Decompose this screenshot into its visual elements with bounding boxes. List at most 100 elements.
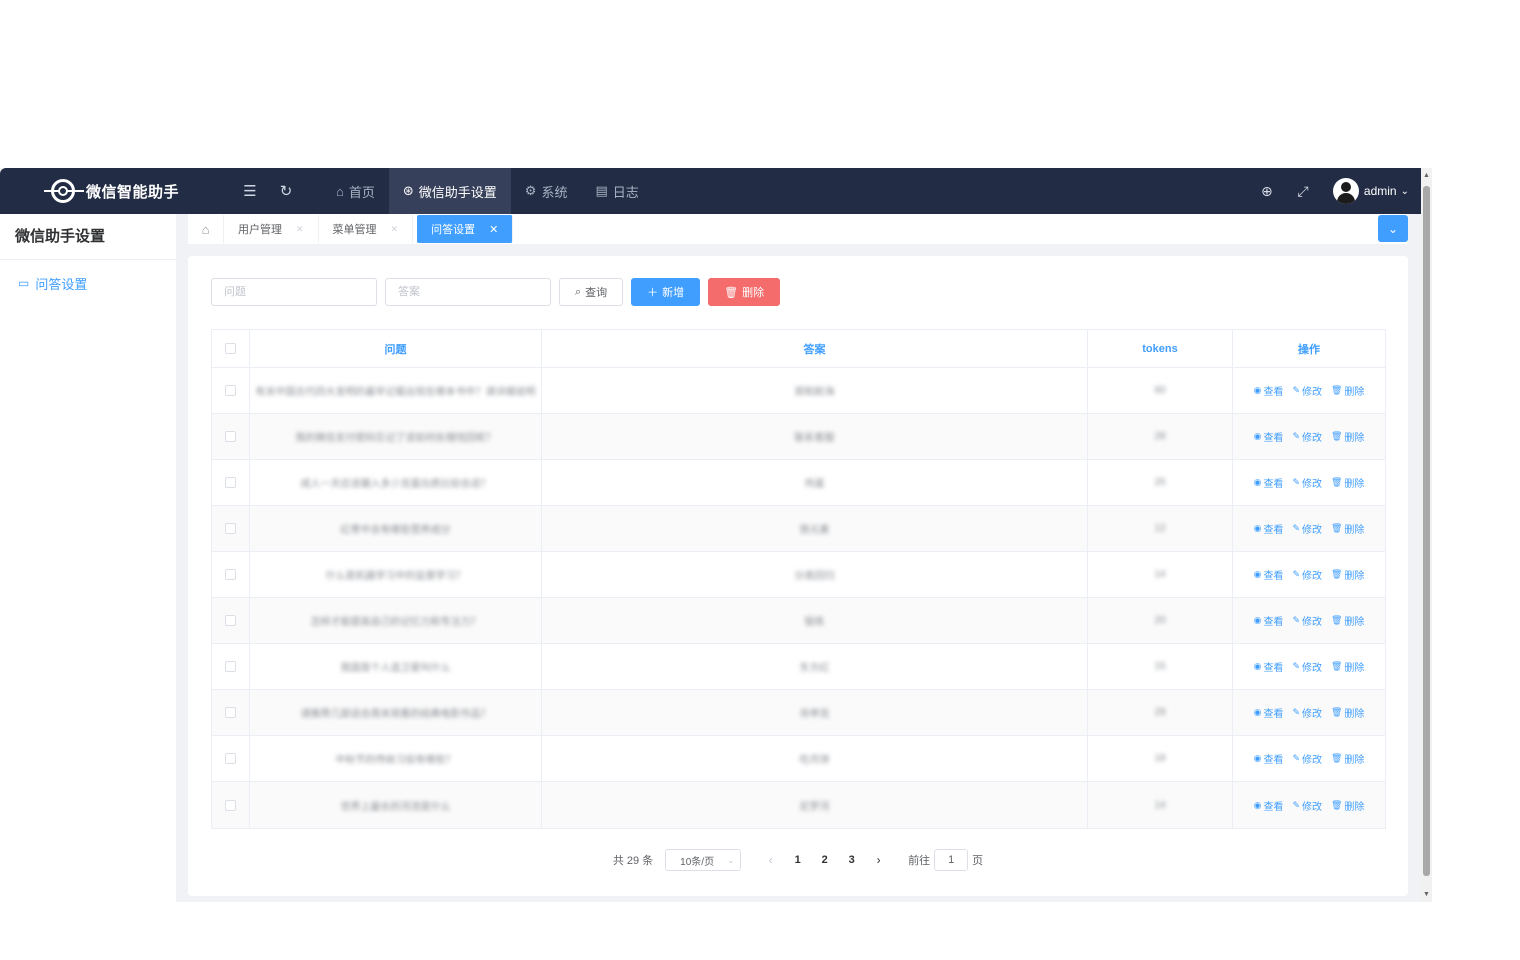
nav-item-wechat-settings[interactable]: ⊛ 微信助手设置	[388, 168, 511, 214]
row-checkbox[interactable]	[225, 569, 236, 580]
view-label: 查看	[1263, 663, 1284, 674]
select-all-checkbox[interactable]	[225, 343, 236, 354]
row-checkbox[interactable]	[225, 431, 236, 442]
nav-item-home[interactable]: ⌂ 首页	[322, 168, 389, 214]
eye-icon: ◉	[1253, 799, 1262, 810]
cell-answer: 吃月饼	[799, 755, 830, 766]
close-icon[interactable]: ✕	[391, 224, 399, 235]
tag-menu-management[interactable]: 菜单管理 ✕	[319, 215, 414, 243]
edit-button[interactable]: ✎ 修改	[1292, 705, 1322, 720]
row-checkbox[interactable]	[225, 477, 236, 488]
cell-question: 我国首个人造卫星叫什么	[340, 663, 451, 674]
edit-button[interactable]: ✎ 修改	[1292, 429, 1322, 444]
page-size-select[interactable]: 10条/页 ⌄	[665, 849, 742, 871]
edit-label: 修改	[1301, 479, 1322, 490]
row-checkbox[interactable]	[225, 385, 236, 396]
trash-icon: 🗑	[1330, 431, 1343, 441]
next-page-icon[interactable]: ›	[865, 853, 892, 867]
cell-tokens: 12	[1154, 523, 1166, 534]
search-button[interactable]: ⌕ 查询	[559, 278, 624, 306]
header-actions: 操作	[1298, 343, 1320, 356]
cell-question: 什么是机器学习中的监督学习？	[325, 571, 466, 582]
sidebar-item-qa-settings[interactable]: ▭ 问答设置	[0, 260, 176, 306]
close-icon[interactable]: ✕	[489, 223, 498, 236]
view-button[interactable]: ◉ 查看	[1254, 521, 1284, 536]
add-button[interactable]: ＋ 新增	[631, 278, 701, 306]
nav-item-system[interactable]: ⚙ 系统	[511, 168, 582, 214]
edit-button[interactable]: ✎ 修改	[1292, 751, 1322, 766]
view-button[interactable]: ◉ 查看	[1254, 475, 1284, 490]
prev-page-icon[interactable]: ‹	[757, 853, 784, 867]
row-delete-button[interactable]: 🗑 删除	[1331, 613, 1364, 628]
edit-button[interactable]: ✎ 修改	[1292, 567, 1322, 582]
row-checkbox[interactable]	[225, 707, 236, 718]
row-actions: ◉ 查看 ✎ 修改 🗑 删除	[1254, 659, 1365, 674]
row-checkbox[interactable]	[225, 523, 236, 534]
tag-qa-settings[interactable]: 问答设置 ✕	[417, 215, 514, 243]
row-delete-button[interactable]: 🗑 删除	[1331, 659, 1364, 674]
edit-button[interactable]: ✎ 修改	[1292, 613, 1322, 628]
globe-icon[interactable]: ⊕	[1249, 183, 1285, 200]
view-button[interactable]: ◉ 查看	[1254, 429, 1284, 444]
page-1[interactable]: 1	[784, 854, 811, 866]
scroll-down-icon[interactable]: ▼	[1423, 891, 1430, 898]
cell-answer: 锻炼	[804, 617, 825, 628]
page-2[interactable]: 2	[811, 854, 838, 866]
refresh-icon[interactable]: ↻	[268, 168, 304, 214]
goto-page-input[interactable]: 1	[934, 849, 969, 871]
edit-button[interactable]: ✎ 修改	[1292, 383, 1322, 398]
row-checkbox[interactable]	[225, 753, 236, 764]
row-actions: ◉ 查看 ✎ 修改 🗑 删除	[1254, 567, 1365, 582]
edit-button[interactable]: ✎ 修改	[1292, 798, 1322, 813]
pencil-icon: ✎	[1292, 523, 1300, 533]
user-menu[interactable]: admin ⌄	[1332, 178, 1409, 204]
view-button[interactable]: ◉ 查看	[1254, 659, 1284, 674]
view-label: 查看	[1263, 479, 1284, 490]
row-delete-button[interactable]: 🗑 删除	[1331, 383, 1364, 398]
close-icon[interactable]: ✕	[296, 224, 304, 235]
table-row: 成人一天应该摄入多少克蛋白质比较合适？ 鸡蛋 25 ◉ 查看 ✎ 修改 🗑 删除	[212, 460, 1385, 506]
edit-button[interactable]: ✎ 修改	[1292, 475, 1322, 490]
row-checkbox[interactable]	[225, 615, 236, 626]
row-delete-button[interactable]: 🗑 删除	[1331, 567, 1364, 582]
view-button[interactable]: ◉ 查看	[1254, 705, 1284, 720]
view-button[interactable]: ◉ 查看	[1254, 798, 1284, 813]
eye-icon: ◉	[1253, 431, 1262, 441]
row-delete-button[interactable]: 🗑 删除	[1331, 429, 1364, 444]
row-checkbox[interactable]	[225, 661, 236, 672]
question-input[interactable]: 问题	[211, 278, 377, 306]
nav-item-log[interactable]: ▤ 日志	[581, 168, 652, 214]
page-scrollbar[interactable]: ▲ ▼	[1421, 168, 1432, 902]
answer-input[interactable]: 答案	[385, 278, 551, 306]
edit-label: 修改	[1301, 571, 1322, 582]
row-checkbox[interactable]	[225, 799, 236, 811]
nav-label: 微信助手设置	[418, 184, 497, 200]
tag-user-management[interactable]: 用户管理 ✕	[224, 215, 319, 243]
view-button[interactable]: ◉ 查看	[1254, 567, 1284, 582]
row-delete-button[interactable]: 🗑 删除	[1331, 705, 1364, 720]
edit-button[interactable]: ✎ 修改	[1292, 521, 1322, 536]
view-button[interactable]: ◉ 查看	[1254, 613, 1284, 628]
row-delete-button[interactable]: 🗑 删除	[1331, 798, 1364, 813]
edit-label: 修改	[1301, 709, 1322, 720]
row-delete-button[interactable]: 🗑 删除	[1331, 521, 1364, 536]
scrollbar-thumb[interactable]	[1423, 186, 1430, 876]
row-delete-button[interactable]: 🗑 删除	[1331, 751, 1364, 766]
home-tag-icon[interactable]: ⌂	[188, 215, 224, 243]
view-button[interactable]: ◉ 查看	[1254, 383, 1284, 398]
cell-question: 红枣中含有哪些营养成分	[340, 525, 451, 536]
cell-tokens: 18	[1154, 753, 1166, 764]
scroll-up-icon[interactable]: ▲	[1423, 172, 1430, 179]
collapse-menu-icon[interactable]: ☰	[232, 168, 268, 214]
dollar-circle-icon: ⊛	[402, 183, 414, 198]
edit-button[interactable]: ✎ 修改	[1292, 659, 1322, 674]
delete-button[interactable]: 🗑 删除	[708, 278, 781, 306]
trash-icon: 🗑	[724, 286, 739, 299]
view-button[interactable]: ◉ 查看	[1254, 751, 1284, 766]
row-delete-button[interactable]: 🗑 删除	[1331, 475, 1364, 490]
tag-label: 问答设置	[431, 224, 476, 236]
tags-dropdown-chevron-icon[interactable]: ⌄	[1378, 215, 1408, 242]
fullscreen-icon[interactable]: ⤢	[1285, 183, 1321, 200]
app-logo[interactable]: 微信智能助手	[0, 168, 232, 214]
page-3[interactable]: 3	[838, 854, 865, 866]
